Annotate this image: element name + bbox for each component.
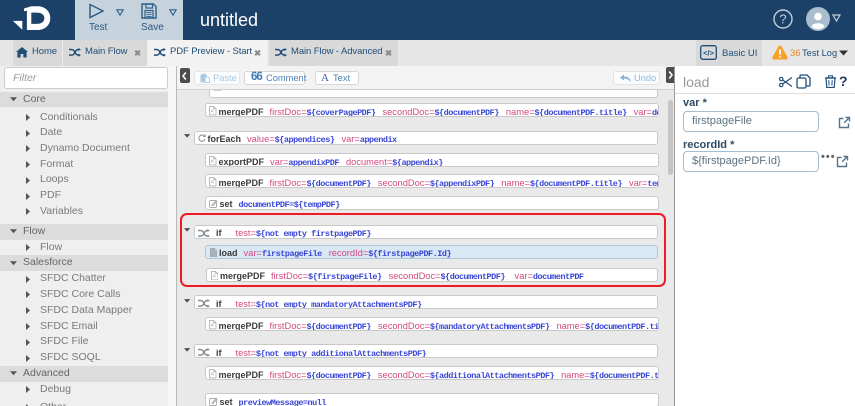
svg-text:</>: </> — [703, 49, 714, 58]
svg-text:?: ? — [779, 12, 786, 27]
